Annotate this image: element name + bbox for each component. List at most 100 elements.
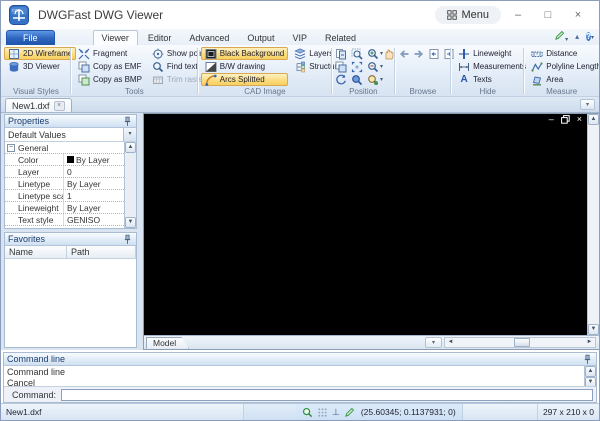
tab-file[interactable]: File xyxy=(6,30,55,45)
minimize-button[interactable]: – xyxy=(505,5,531,25)
tab-model[interactable]: Model xyxy=(146,337,189,349)
group-visual-styles: 2D Wireframe 3D Viewer Visual Styles xyxy=(3,46,77,96)
layers-icon xyxy=(294,48,306,60)
copy-view-icon xyxy=(335,61,347,73)
button-fragment[interactable]: Fragment xyxy=(74,47,146,60)
maximize-button[interactable]: □ xyxy=(535,5,561,25)
properties-preset-dropdown[interactable]: Default Values ▾ xyxy=(5,128,136,142)
properties-panel: Properties Default Values ▾ − General Co… xyxy=(4,114,137,229)
button-zoom-out[interactable]: ▾ xyxy=(367,61,383,73)
properties-header[interactable]: Properties xyxy=(5,115,136,128)
button-zoom-scale[interactable]: ▾ xyxy=(367,74,383,86)
column-header-name[interactable]: Name xyxy=(5,246,67,258)
pin-icon[interactable] xyxy=(122,116,133,127)
command-line-title: Command line xyxy=(7,354,66,364)
favorites-header[interactable]: Favorites xyxy=(5,233,136,246)
property-group-general[interactable]: − General xyxy=(5,142,124,154)
tab-viewer[interactable]: Viewer xyxy=(92,30,138,45)
scrollbar-thumb[interactable] xyxy=(513,338,530,347)
button-bw-drawing[interactable]: B/W drawing xyxy=(201,60,288,73)
button-hide-texts[interactable]: A Texts xyxy=(454,73,530,86)
button-black-background[interactable]: Black Background xyxy=(200,47,289,60)
button-measure-area[interactable]: Area xyxy=(527,73,599,86)
pin-icon[interactable] xyxy=(122,234,133,245)
button-hide-lineweight[interactable]: Lineweight xyxy=(454,47,530,60)
command-line-panel: Command line Command line Cancel ▲ ▼ Com… xyxy=(3,352,597,403)
rotate-view-icon xyxy=(335,74,347,86)
collapse-expander-icon[interactable]: − xyxy=(7,143,15,152)
mdi-close-button[interactable]: × xyxy=(577,115,582,124)
scroll-down-icon[interactable]: ▼ xyxy=(588,324,599,335)
property-row-layer[interactable]: Layer 0 xyxy=(5,166,124,178)
menu-label: Menu xyxy=(461,9,489,21)
tab-output[interactable]: Output xyxy=(239,31,282,45)
property-row-text-style[interactable]: Text style GENISO xyxy=(5,214,124,226)
document-tab-close-icon[interactable]: × xyxy=(53,100,65,111)
tab-vip[interactable]: VIP xyxy=(284,31,315,45)
copy-bmp-icon xyxy=(78,74,90,86)
button-arcs-splitted[interactable]: Arcs Splitted xyxy=(200,73,289,86)
close-button[interactable]: × xyxy=(565,5,591,25)
tab-editor[interactable]: Editor xyxy=(140,31,180,45)
button-3d-viewer[interactable]: 3D Viewer xyxy=(4,60,76,73)
scroll-right-icon[interactable]: ► xyxy=(584,338,595,347)
scrollbar-track[interactable] xyxy=(456,338,584,347)
chevron-down-icon[interactable]: ▾ xyxy=(123,128,136,141)
button-hide-measurements[interactable]: Measurements xyxy=(454,60,530,73)
canvas-horizontal-scrollbar[interactable]: ◄ ► xyxy=(444,337,596,348)
scroll-down-icon[interactable]: ▼ xyxy=(125,217,136,228)
pin-icon[interactable] xyxy=(582,354,593,365)
snap-grid-icon[interactable] xyxy=(317,407,328,418)
button-prev-view[interactable] xyxy=(428,48,440,62)
layout-tabs-menu-button[interactable]: ▾ xyxy=(425,337,442,348)
ortho-mode-icon[interactable]: ⊥ xyxy=(332,407,340,417)
tab-related[interactable]: Related xyxy=(317,31,364,45)
property-row-linetype-scale[interactable]: Linetype scale 1 xyxy=(5,190,124,202)
property-row-color[interactable]: Color By Layer xyxy=(5,154,124,166)
canvas-vertical-scrollbar[interactable]: ▲ ▼ xyxy=(587,114,599,335)
button-copy-as-emf[interactable]: Copy as EMF xyxy=(74,60,146,73)
button-pan-view[interactable] xyxy=(335,48,351,60)
button-2d-wireframe[interactable]: 2D Wireframe xyxy=(4,47,77,60)
button-browse-forward[interactable] xyxy=(413,48,425,62)
button-measure-polyline-length[interactable]: Polyline Length xyxy=(527,60,599,73)
tab-advanced[interactable]: Advanced xyxy=(181,31,237,45)
button-zoom-dynamic[interactable] xyxy=(351,74,367,86)
help-button[interactable]: ?▾ xyxy=(586,31,594,42)
command-line-header[interactable]: Command line xyxy=(4,353,596,366)
group-cad-image: Black Background B/W drawing Arcs Splitt… xyxy=(200,46,342,96)
pan-view-icon xyxy=(335,48,347,60)
mdi-minimize-button[interactable]: – xyxy=(549,115,554,124)
search-status-icon[interactable] xyxy=(302,407,313,418)
button-copy-view[interactable] xyxy=(335,61,351,73)
favorites-list[interactable] xyxy=(5,259,136,347)
button-browse-back[interactable] xyxy=(398,48,410,62)
scroll-up-icon[interactable]: ▲ xyxy=(125,142,136,153)
property-row-linetype[interactable]: Linetype By Layer xyxy=(5,178,124,190)
status-dimensions: 297 x 210 x 0 xyxy=(537,404,599,420)
menu-button[interactable]: Menu xyxy=(435,6,501,24)
group-label-position: Position xyxy=(349,87,378,96)
property-row-lineweight[interactable]: Lineweight By Layer xyxy=(5,202,124,214)
properties-scrollbar[interactable]: ▲ ▼ xyxy=(124,142,136,228)
mdi-restore-button[interactable] xyxy=(561,115,570,124)
scroll-up-icon[interactable]: ▲ xyxy=(585,366,596,377)
scroll-left-icon[interactable]: ◄ xyxy=(445,338,456,347)
draw-pencil-icon[interactable] xyxy=(344,407,355,418)
collapse-ribbon-button[interactable]: ▴ xyxy=(575,32,579,41)
button-zoom-window[interactable] xyxy=(351,48,367,60)
column-header-path[interactable]: Path xyxy=(67,246,136,258)
command-scrollbar[interactable]: ▲ ▼ xyxy=(584,366,596,388)
button-copy-as-bmp[interactable]: Copy as BMP xyxy=(74,73,146,86)
command-input[interactable] xyxy=(61,388,593,401)
drawing-canvas[interactable]: – × xyxy=(144,114,587,335)
button-rotate-view[interactable] xyxy=(335,74,351,86)
button-measure-distance[interactable]: Distance xyxy=(527,47,599,60)
show-point-icon xyxy=(152,48,164,60)
document-tab[interactable]: New1.dxf × xyxy=(5,98,72,112)
button-zoom-in[interactable]: ▾ xyxy=(367,48,383,60)
style-pencil-button[interactable]: ▾ xyxy=(554,30,568,43)
document-tab-list-button[interactable]: ▾ xyxy=(580,99,595,110)
button-zoom-extents[interactable] xyxy=(351,61,367,73)
scroll-up-icon[interactable]: ▲ xyxy=(588,114,599,125)
